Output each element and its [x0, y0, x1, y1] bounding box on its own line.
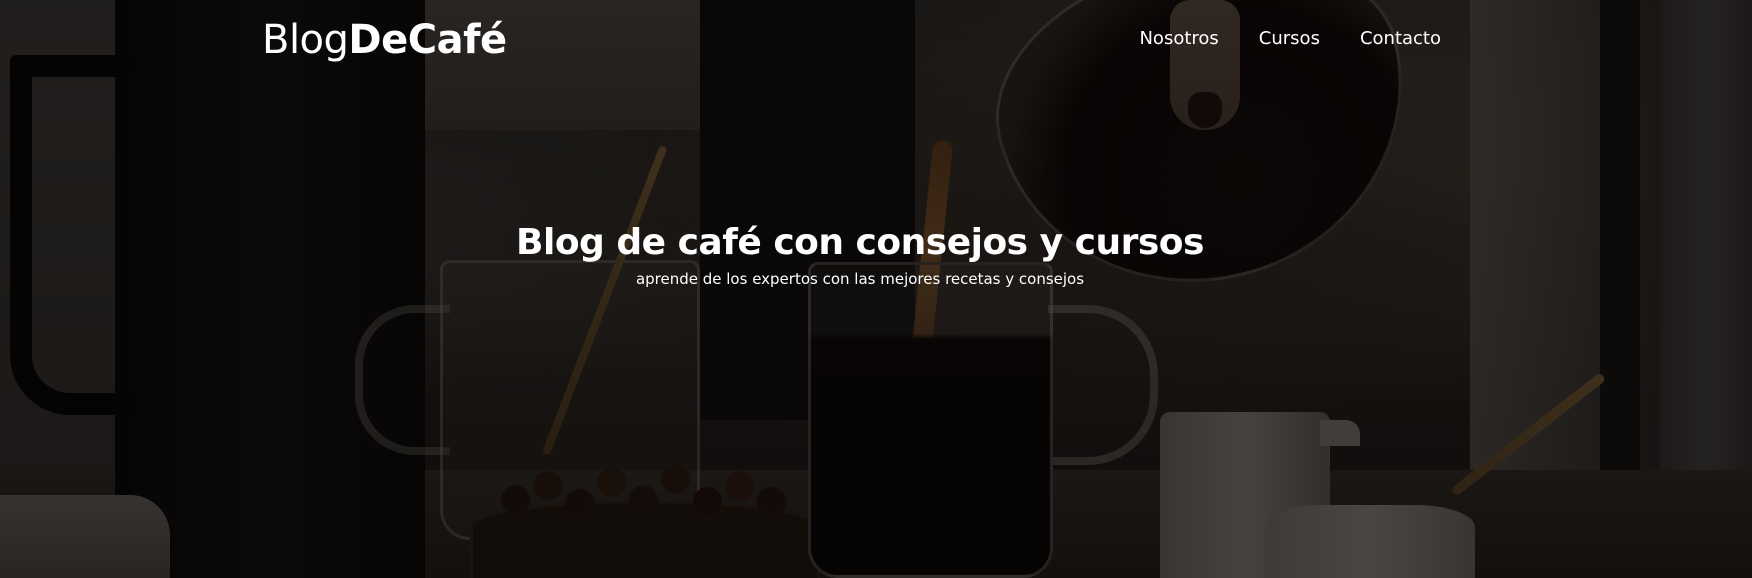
hero-text-block: Blog de café con consejos y cursos apren…	[0, 220, 1720, 290]
site-header: BlogDeCafé Nosotros Cursos Contacto	[0, 0, 1752, 80]
logo-text-light: Blog	[262, 17, 349, 63]
hero-title: Blog de café con consejos y cursos	[516, 222, 1204, 263]
site-logo-link[interactable]: BlogDeCafé	[262, 14, 507, 66]
hero-subtitle: aprende de los expertos con las mejores …	[635, 270, 1085, 288]
hero-section: BlogDeCafé Nosotros Cursos Contacto Blog…	[0, 0, 1752, 578]
logo-text-bold: DeCafé	[348, 17, 507, 63]
main-navigation: Nosotros Cursos Contacto	[1139, 24, 1441, 54]
nav-link-contacto[interactable]: Contacto	[1360, 24, 1441, 54]
nav-link-nosotros[interactable]: Nosotros	[1139, 24, 1218, 54]
nav-link-cursos[interactable]: Cursos	[1259, 24, 1320, 54]
